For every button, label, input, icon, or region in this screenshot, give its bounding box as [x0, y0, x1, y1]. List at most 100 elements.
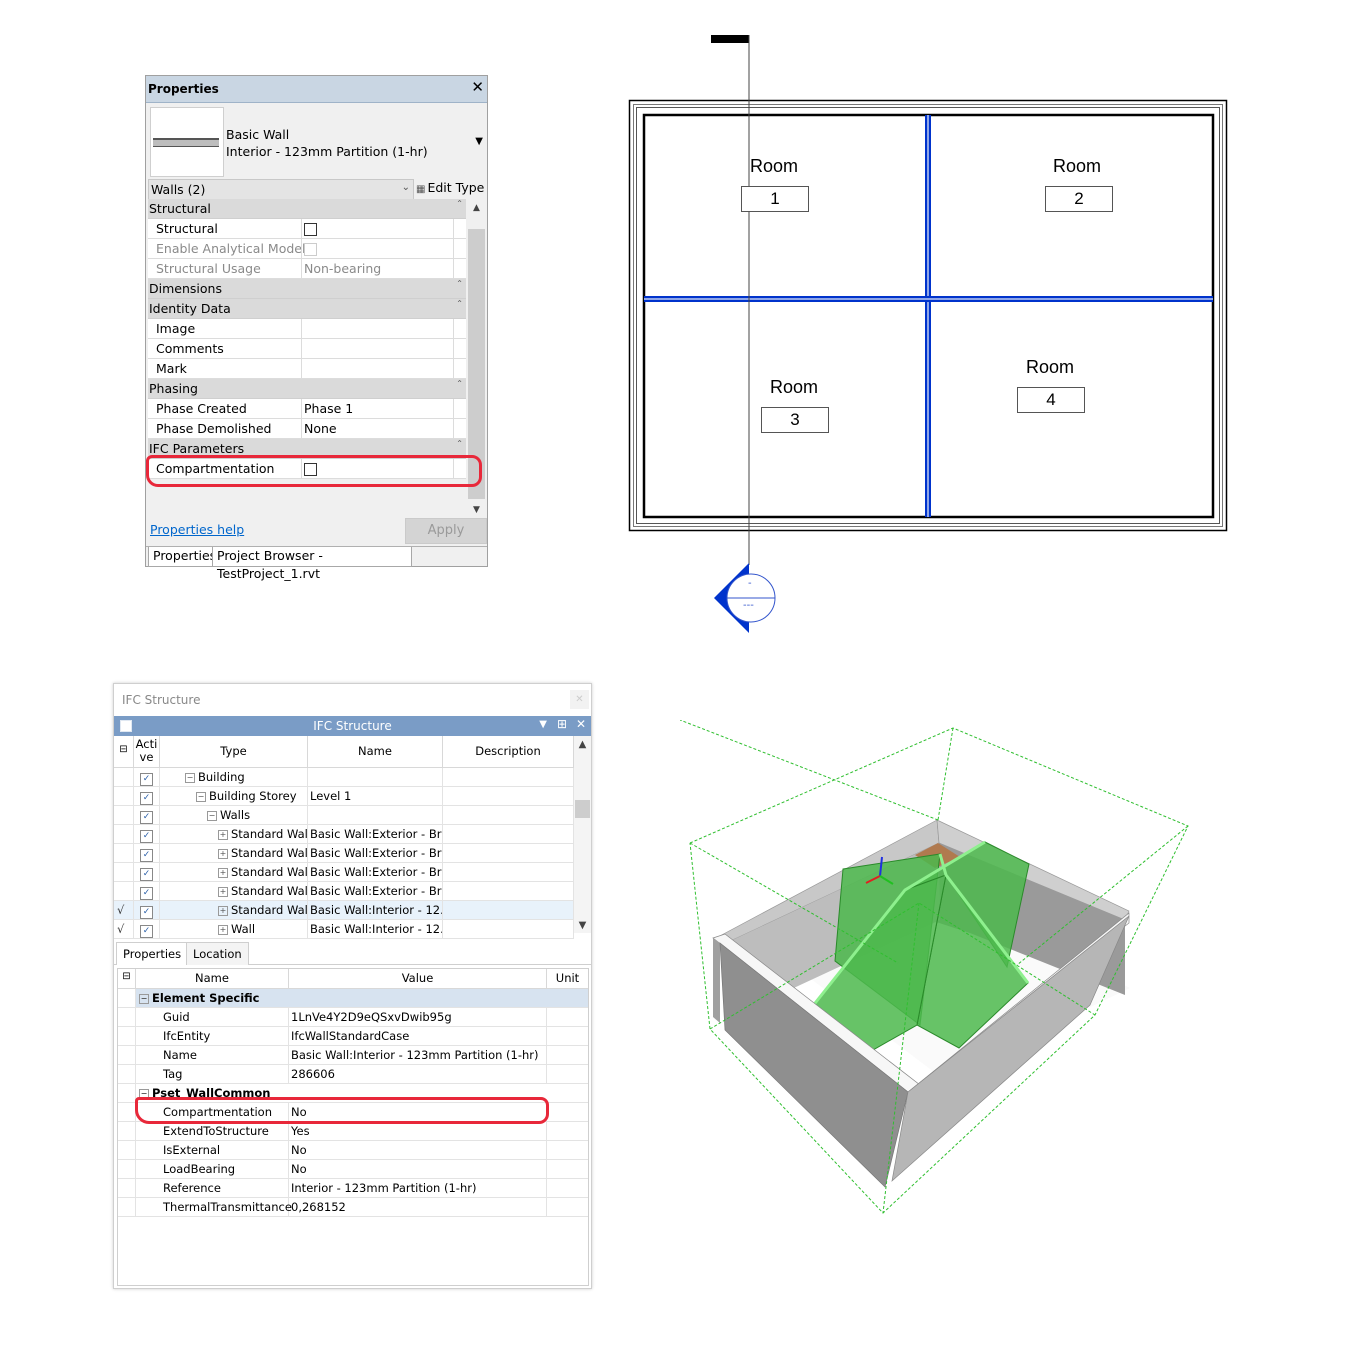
section-head-icon [711, 35, 749, 43]
active-checkbox[interactable]: ✓ [140, 849, 153, 862]
active-cell[interactable]: ✓ [134, 825, 160, 843]
active-cell[interactable]: ✓ [134, 901, 160, 919]
tab-location[interactable]: Location [186, 942, 249, 965]
prop-unit [547, 1065, 588, 1083]
tree-row[interactable]: ✓ − Building Storey Level 1 [114, 787, 574, 806]
tree-row[interactable]: √ ✓ + Wall Basic Wall:Interior - 12... [114, 920, 574, 939]
property-row[interactable]: Reference Interior - 123mm Partition (1-h… [118, 1179, 588, 1198]
col-prop-value[interactable]: Value [289, 969, 547, 988]
type-cell[interactable]: − Walls [160, 806, 308, 824]
room-4-number[interactable]: 4 [1017, 387, 1085, 413]
tree-row[interactable]: ✓ + Standard Wall Basic Wall:Exterior - Bri… [114, 844, 574, 863]
property-row[interactable]: ThermalTransmittance 0,268152 [118, 1198, 588, 1217]
description-cell [443, 920, 574, 938]
property-set-group[interactable]: − Element Specific [118, 989, 588, 1008]
tree-row[interactable]: √ ✓ + Standard Wall Basic Wall:Interior - 12… [114, 901, 574, 920]
ifc-3d-viewer[interactable] [680, 720, 1260, 1230]
property-row[interactable]: Tag 286606 [118, 1065, 588, 1084]
col-active[interactable]: Acti ve [134, 736, 160, 767]
room-3-number[interactable]: 3 [761, 407, 829, 433]
tree-row[interactable]: ✓ + Standard Wall Basic Wall:Exterior - Bri… [114, 882, 574, 901]
scroll-down-icon[interactable]: ▼ [574, 920, 591, 931]
active-cell[interactable]: ✓ [134, 844, 160, 862]
active-cell[interactable]: ✓ [134, 882, 160, 900]
room-1-number[interactable]: 1 [741, 186, 809, 212]
expand-icon[interactable]: + [218, 848, 228, 859]
property-row[interactable]: ExtendToStructure Yes [118, 1122, 588, 1141]
prop-name: ExtendToStructure [136, 1122, 289, 1140]
expand-icon[interactable]: + [218, 924, 228, 935]
active-cell[interactable]: ✓ [134, 787, 160, 805]
collapse-icon[interactable]: − [196, 791, 206, 802]
interior-walls-selected[interactable] [644, 115, 1213, 517]
column-chooser-icon[interactable]: ⊟ [114, 736, 134, 767]
type-cell[interactable]: + Standard Wall [160, 844, 308, 862]
type-cell[interactable]: + Standard Wall [160, 901, 308, 919]
prop-name: Tag [136, 1065, 289, 1083]
col-name[interactable]: Name [308, 736, 443, 767]
expand-icon[interactable]: + [218, 867, 228, 878]
col-type[interactable]: Type [160, 736, 308, 767]
active-checkbox[interactable]: ✓ [140, 773, 153, 786]
prop-value: 1LnVe4Y2D9eQSxvDwib95g [289, 1008, 547, 1026]
scroll-thumb[interactable] [575, 800, 590, 818]
collapse-icon[interactable]: − [139, 993, 149, 1004]
property-row[interactable]: IfcEntity IfcWallStandardCase [118, 1027, 588, 1046]
property-row[interactable]: Name Basic Wall:Interior - 123mm Partitio… [118, 1046, 588, 1065]
type-cell[interactable]: + Standard Wall [160, 825, 308, 843]
active-cell[interactable]: ✓ [134, 863, 160, 881]
prop-unit [547, 1198, 588, 1216]
type-cell[interactable]: + Standard Wall [160, 863, 308, 881]
tree-row[interactable]: ✓ + Standard Wall Basic Wall:Exterior - Bri… [114, 863, 574, 882]
room-2-number[interactable]: 2 [1045, 186, 1113, 212]
floor-plan-view [628, 35, 1228, 633]
active-checkbox[interactable]: ✓ [140, 925, 153, 938]
scroll-up-icon[interactable]: ▲ [574, 739, 591, 750]
property-row[interactable]: IsExternal No [118, 1141, 588, 1160]
room-1-label: Room [750, 156, 799, 176]
window-close-icon[interactable]: ✕ [570, 690, 589, 709]
section-marker-icon[interactable] [714, 563, 776, 633]
collapse-icon[interactable]: − [207, 810, 217, 821]
group-cell[interactable]: − Element Specific [136, 989, 588, 1007]
property-row[interactable]: Guid 1LnVe4Y2D9eQSxvDwib95g [118, 1008, 588, 1027]
type-cell[interactable]: + Standard Wall [160, 882, 308, 900]
active-checkbox[interactable]: ✓ [140, 811, 153, 824]
row-indicator [118, 1065, 136, 1083]
active-checkbox[interactable]: ✓ [140, 830, 153, 843]
panel-close-icon[interactable]: ✕ [576, 717, 586, 731]
description-cell [443, 806, 574, 824]
tab-properties[interactable]: Properties [116, 942, 189, 965]
active-checkbox[interactable]: ✓ [140, 906, 153, 919]
expand-icon[interactable]: + [218, 886, 228, 897]
tree-row[interactable]: ✓ + Standard Wall Basic Wall:Exterior - Bri… [114, 825, 574, 844]
expand-icon[interactable]: + [218, 905, 228, 916]
panel-menu-dropdown-icon[interactable]: ▼ [539, 719, 547, 730]
prop-unit [547, 1141, 588, 1159]
col-prop-unit[interactable]: Unit [547, 969, 588, 988]
collapse-icon[interactable]: − [185, 772, 195, 783]
expand-icon[interactable]: + [218, 829, 228, 840]
active-cell[interactable]: ✓ [134, 768, 160, 786]
panel-tree-icon[interactable]: ⊞ [557, 717, 567, 731]
ifc-tree-scrollbar[interactable]: ▲ ▼ [574, 736, 591, 933]
active-cell[interactable]: ✓ [134, 920, 160, 938]
col-prop-name[interactable]: Name [136, 969, 289, 988]
type-cell[interactable]: − Building Storey [160, 787, 308, 805]
active-cell[interactable]: ✓ [134, 806, 160, 824]
column-chooser-icon[interactable]: ⊟ [118, 969, 136, 988]
property-row[interactable]: LoadBearing No [118, 1160, 588, 1179]
prop-value: 286606 [289, 1065, 547, 1083]
col-description[interactable]: Description [443, 736, 574, 767]
row-marker [114, 882, 134, 900]
type-cell[interactable]: + Wall [160, 920, 308, 938]
row-indicator [118, 1008, 136, 1026]
active-checkbox[interactable]: ✓ [140, 792, 153, 805]
active-checkbox[interactable]: ✓ [140, 887, 153, 900]
tree-row[interactable]: ✓ − Walls [114, 806, 574, 825]
type-text: Standard Wall [231, 846, 308, 860]
tree-row[interactable]: ✓ − Building [114, 768, 574, 787]
active-checkbox[interactable]: ✓ [140, 868, 153, 881]
type-cell[interactable]: − Building [160, 768, 308, 786]
row-indicator [118, 1198, 136, 1216]
